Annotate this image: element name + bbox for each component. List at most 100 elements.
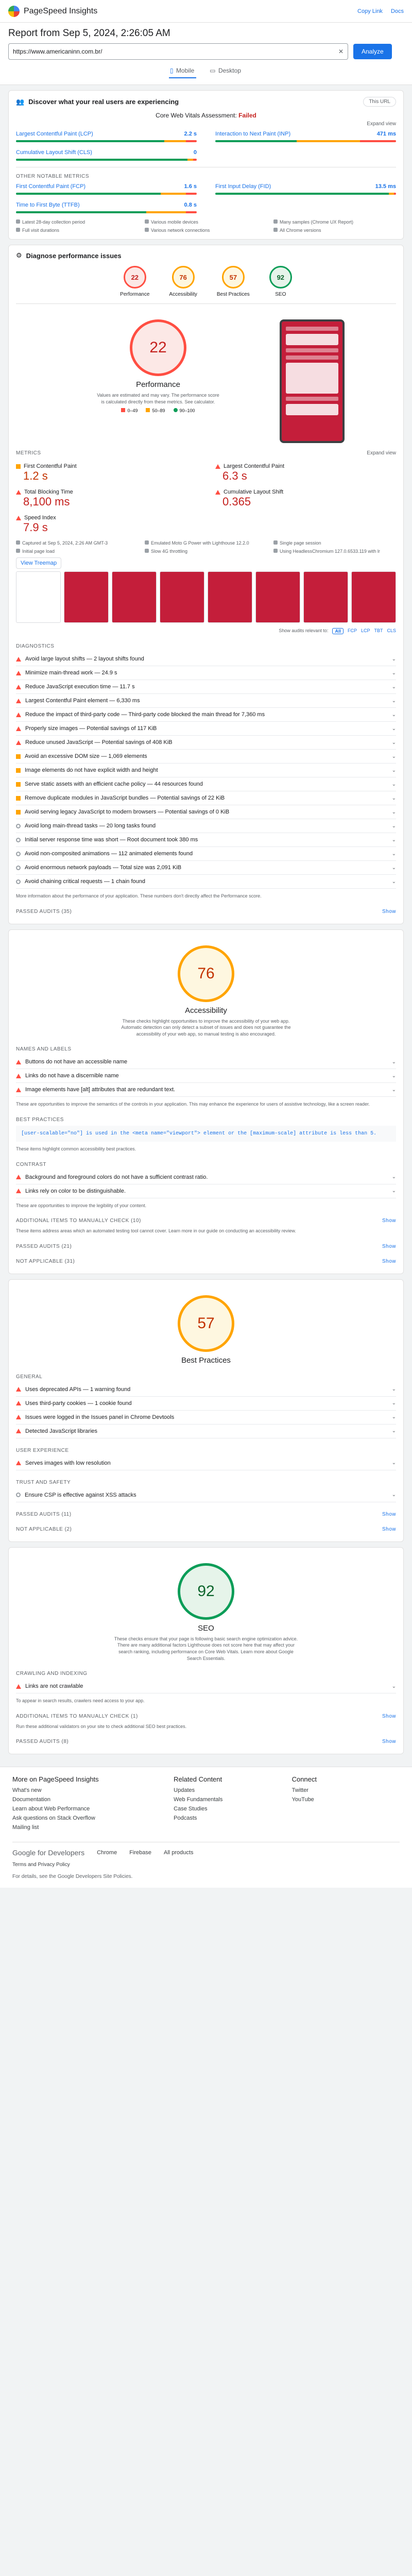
metric-name[interactable]: First Input Delay (FID) bbox=[215, 183, 271, 190]
filter-tbt[interactable]: TBT bbox=[374, 628, 383, 634]
footer-link[interactable]: Twitter bbox=[292, 1787, 400, 1793]
chevron-down-icon[interactable]: ⌄ bbox=[392, 754, 396, 759]
audit-row[interactable]: Avoid large layout shifts — 2 layout shi… bbox=[16, 652, 396, 666]
show-manual-button[interactable]: Show bbox=[382, 1218, 396, 1224]
audit-row[interactable]: Links do not have a discernible name ⌄ bbox=[16, 1069, 396, 1083]
field-metric[interactable]: Time to First Byte (TTFB) 0.8 s bbox=[16, 202, 197, 213]
chevron-down-icon[interactable]: ⌄ bbox=[392, 795, 396, 801]
field-metric[interactable]: Interaction to Next Paint (INP) 471 ms bbox=[215, 131, 396, 142]
audit-row[interactable]: Buttons do not have an accessible name ⌄ bbox=[16, 1055, 396, 1070]
copy-link-button[interactable]: Copy Link bbox=[357, 8, 383, 14]
chevron-down-icon[interactable]: ⌄ bbox=[392, 1492, 396, 1498]
show-bp-na[interactable]: Show bbox=[382, 1527, 396, 1532]
chevron-down-icon[interactable]: ⌄ bbox=[392, 670, 396, 676]
chevron-down-icon[interactable]: ⌄ bbox=[392, 1087, 396, 1093]
gauge-accessibility[interactable]: 76 Accessibility bbox=[169, 266, 197, 297]
audit-row[interactable]: Avoid chaining critical requests — 1 cha… bbox=[16, 875, 396, 889]
chevron-down-icon[interactable]: ⌄ bbox=[392, 740, 396, 745]
chevron-down-icon[interactable]: ⌄ bbox=[392, 656, 396, 662]
tab-mobile[interactable]: ▯ Mobile bbox=[169, 65, 197, 78]
audit-row[interactable]: Detected JavaScript libraries ⌄ bbox=[16, 1425, 396, 1438]
chevron-down-icon[interactable]: ⌄ bbox=[392, 823, 396, 829]
analyze-button[interactable]: Analyze bbox=[353, 44, 392, 59]
filter-all[interactable]: All bbox=[332, 628, 344, 634]
metric-name[interactable]: Interaction to Next Paint (INP) bbox=[215, 131, 290, 137]
chevron-down-icon[interactable]: ⌄ bbox=[392, 726, 396, 732]
audit-row[interactable]: Reduce JavaScript execution time — 11.7 … bbox=[16, 680, 396, 694]
show-seo-passed[interactable]: Show bbox=[382, 1739, 396, 1744]
audit-row[interactable]: Reduce the impact of third-party code — … bbox=[16, 708, 396, 722]
chevron-down-icon[interactable]: ⌄ bbox=[392, 1400, 396, 1406]
chevron-down-icon[interactable]: ⌄ bbox=[392, 1684, 396, 1689]
audit-row[interactable]: Links rely on color to be distinguishabl… bbox=[16, 1184, 396, 1198]
footer-products-link[interactable]: All products bbox=[164, 1850, 193, 1856]
footer-link[interactable]: Documentation bbox=[12, 1797, 163, 1803]
chevron-down-icon[interactable]: ⌄ bbox=[392, 1386, 396, 1392]
audit-row[interactable]: Avoid an excessive DOM size — 1,069 elem… bbox=[16, 750, 396, 764]
chevron-down-icon[interactable]: ⌄ bbox=[392, 1073, 396, 1079]
audit-row[interactable]: Uses deprecated APIs — 1 warning found ⌄ bbox=[16, 1383, 396, 1397]
expand-view-link[interactable]: Expand view bbox=[16, 121, 396, 127]
clear-icon[interactable]: ✕ bbox=[338, 48, 344, 55]
chevron-down-icon[interactable]: ⌄ bbox=[392, 698, 396, 704]
footer-link[interactable]: What's new bbox=[12, 1787, 163, 1793]
show-a11y-passed[interactable]: Show bbox=[382, 1244, 396, 1249]
footer-link[interactable]: Ask questions on Stack Overflow bbox=[12, 1815, 163, 1821]
field-metric[interactable]: Largest Contentful Paint (LCP) 2.2 s bbox=[16, 131, 197, 142]
show-a11y-na[interactable]: Show bbox=[382, 1259, 396, 1264]
footer-link[interactable]: Learn about Web Performance bbox=[12, 1806, 163, 1812]
chevron-down-icon[interactable]: ⌄ bbox=[392, 1059, 396, 1065]
chevron-down-icon[interactable]: ⌄ bbox=[392, 851, 396, 857]
audit-row[interactable]: Reduce unused JavaScript — Potential sav… bbox=[16, 736, 396, 750]
filter-cls[interactable]: CLS bbox=[387, 628, 396, 634]
chevron-down-icon[interactable]: ⌄ bbox=[392, 837, 396, 843]
audit-row[interactable]: Avoid non-composited animations — 112 an… bbox=[16, 847, 396, 861]
audit-row[interactable]: Image elements do not have explicit widt… bbox=[16, 764, 396, 777]
footer-link[interactable]: Mailing list bbox=[12, 1824, 163, 1831]
audit-row[interactable]: Largest Contentful Paint element — 6,330… bbox=[16, 694, 396, 708]
metric-name[interactable]: First Contentful Paint (FCP) bbox=[16, 183, 85, 190]
show-seo-manual[interactable]: Show bbox=[382, 1714, 396, 1719]
footer-link[interactable]: Web Fundamentals bbox=[174, 1797, 281, 1803]
chevron-down-icon[interactable]: ⌄ bbox=[392, 879, 396, 885]
footer-link[interactable]: Podcasts bbox=[174, 1815, 281, 1821]
audit-row[interactable]: Links are not crawlable ⌄ bbox=[16, 1680, 396, 1694]
field-metric[interactable]: Cumulative Layout Shift (CLS) 0 bbox=[16, 149, 197, 161]
show-passed-button[interactable]: Show bbox=[382, 909, 396, 914]
field-metric[interactable]: First Contentful Paint (FCP) 1.6 s bbox=[16, 183, 197, 195]
chevron-down-icon[interactable]: ⌄ bbox=[392, 782, 396, 787]
audit-row[interactable]: Serve static assets with an efficient ca… bbox=[16, 777, 396, 791]
footer-chrome-link[interactable]: Chrome bbox=[97, 1850, 117, 1856]
gauge-best-practices[interactable]: 57 Best Practices bbox=[217, 266, 250, 297]
terms-link[interactable]: Terms and Privacy Policy bbox=[12, 1862, 400, 1868]
url-origin-toggle[interactable]: This URL bbox=[363, 97, 396, 107]
chevron-down-icon[interactable]: ⌄ bbox=[392, 1174, 396, 1180]
audit-row[interactable]: Background and foreground colors do not … bbox=[16, 1171, 396, 1184]
tab-desktop[interactable]: ▭ Desktop bbox=[209, 65, 243, 78]
audit-row[interactable]: Avoid long main-thread tasks — 20 long t… bbox=[16, 819, 396, 833]
filter-fcp[interactable]: FCP bbox=[348, 628, 357, 634]
chevron-down-icon[interactable]: ⌄ bbox=[392, 1460, 396, 1466]
footer-link[interactable]: YouTube bbox=[292, 1797, 400, 1803]
chevron-down-icon[interactable]: ⌄ bbox=[392, 1414, 396, 1420]
chevron-down-icon[interactable]: ⌄ bbox=[392, 865, 396, 871]
audit-row[interactable]: Avoid serving legacy JavaScript to moder… bbox=[16, 805, 396, 819]
audit-row[interactable]: Initial server response time was short —… bbox=[16, 833, 396, 847]
gauge-seo[interactable]: 92 SEO bbox=[269, 266, 292, 297]
chevron-down-icon[interactable]: ⌄ bbox=[392, 1428, 396, 1434]
view-treemap-button[interactable]: View Treemap bbox=[16, 557, 62, 569]
footer-link[interactable]: Updates bbox=[174, 1787, 281, 1793]
gauge-performance[interactable]: 22 Performance bbox=[120, 266, 149, 297]
field-metric[interactable]: First Input Delay (FID) 13.5 ms bbox=[215, 183, 396, 195]
audit-row[interactable]: Remove duplicate modules in JavaScript b… bbox=[16, 791, 396, 805]
audit-row[interactable]: Avoid enormous network payloads — Total … bbox=[16, 861, 396, 875]
audit-row[interactable]: Ensure CSP is effective against XSS atta… bbox=[16, 1488, 396, 1502]
footer-link[interactable]: Case Studies bbox=[174, 1806, 281, 1812]
audit-row[interactable]: Serves images with low resolution ⌄ bbox=[16, 1456, 396, 1470]
metric-name[interactable]: Largest Contentful Paint (LCP) bbox=[16, 131, 93, 137]
google-developers-logo[interactable]: Google for Developers bbox=[12, 1849, 84, 1857]
url-input[interactable]: https://www.americaninn.com.br/ ✕ bbox=[8, 43, 348, 60]
metric-name[interactable]: Cumulative Layout Shift (CLS) bbox=[16, 149, 92, 156]
chevron-down-icon[interactable]: ⌄ bbox=[392, 768, 396, 773]
viewport-audit[interactable]: [user-scalable="no"] is used in the <met… bbox=[16, 1125, 396, 1142]
